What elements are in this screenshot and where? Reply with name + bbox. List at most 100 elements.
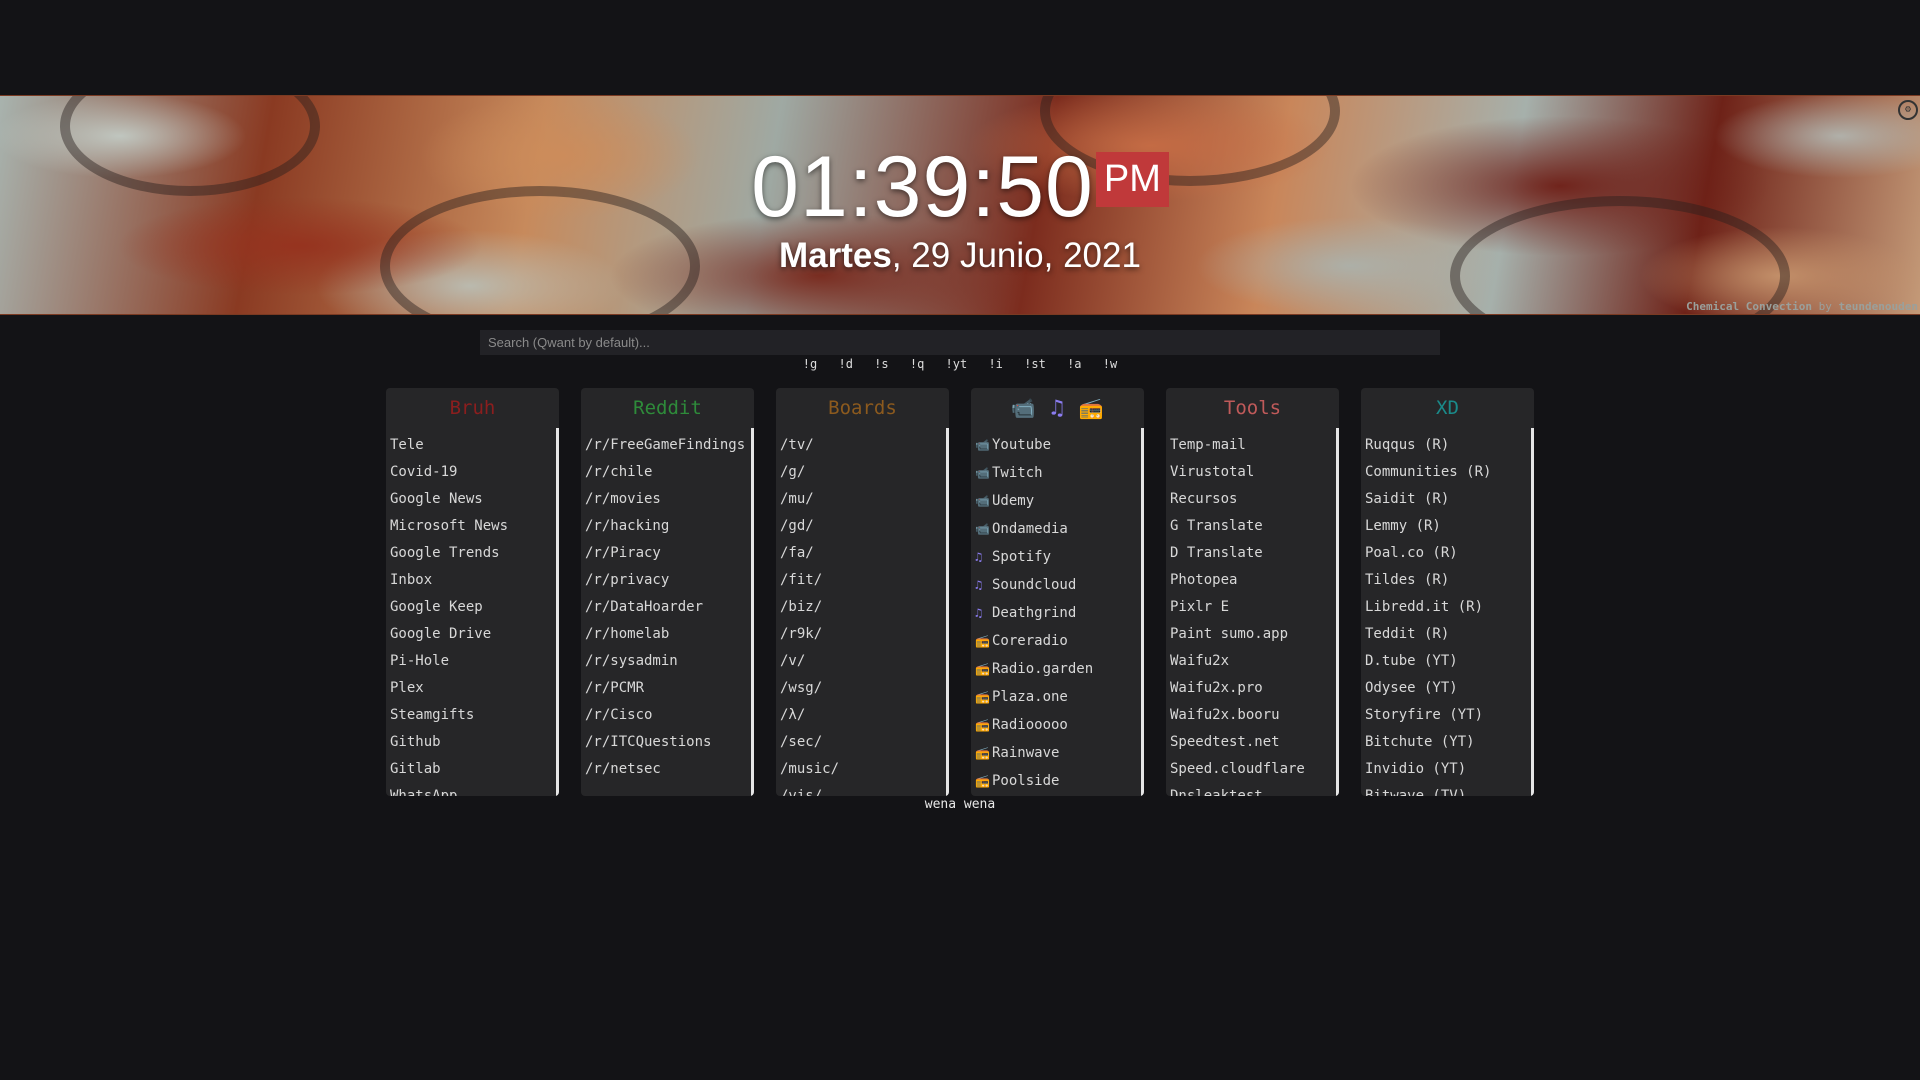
link-item[interactable]: 📹 Twitch [975,460,1137,488]
link-item[interactable]: Odysee (YT) [1365,675,1527,702]
link-item[interactable]: Google Keep [390,594,552,621]
bang-wikipedia[interactable]: !w [1103,357,1117,371]
link-item[interactable]: Teddit (R) [1365,621,1527,648]
link-item[interactable]: Storyfire (YT) [1365,702,1527,729]
link-item[interactable]: /r/Piracy [585,540,747,567]
link-item[interactable]: 📻 Coreradio [975,628,1137,656]
bang-google[interactable]: !g [803,357,817,371]
bang-amazon[interactable]: !a [1067,357,1081,371]
bang-startpage[interactable]: !s [874,357,888,371]
link-item[interactable]: /r/FreeGameFindings [585,432,747,459]
link-item[interactable]: /gd/ [780,513,942,540]
link-item[interactable]: /r/Cisco [585,702,747,729]
link-item[interactable]: 📹 Youtube [975,432,1137,460]
link-item[interactable]: D Translate [1170,540,1332,567]
link-item[interactable]: Paint sumo.app [1170,621,1332,648]
link-item[interactable]: Speed.cloudflare [1170,756,1332,783]
link-item[interactable]: Pi-Hole [390,648,552,675]
link-item[interactable]: Steamgifts [390,702,552,729]
link-item[interactable]: Poal.co (R) [1365,540,1527,567]
link-item[interactable]: /r/sysadmin [585,648,747,675]
link-item[interactable]: /wsg/ [780,675,942,702]
link-item[interactable]: Gitlab [390,756,552,783]
link-item[interactable]: G Translate [1170,513,1332,540]
link-item[interactable]: /r/PCMR [585,675,747,702]
link-item[interactable]: /r/ITCQuestions [585,729,747,756]
bang-qwant[interactable]: !q [910,357,924,371]
link-item[interactable]: 📻 Rainwave [975,740,1137,768]
credit-author: teundenouden [1838,300,1918,313]
link-item[interactable]: Waifu2x [1170,648,1332,675]
link-item[interactable]: 📻 Radiooooo [975,712,1137,740]
link-item[interactable]: ♫ Spotify [975,544,1137,572]
link-item[interactable]: Bitwave (TV) [1365,783,1527,796]
link-item[interactable]: Waifu2x.booru [1170,702,1332,729]
link-item[interactable]: Saidit (R) [1365,486,1527,513]
link-item[interactable]: /r/hacking [585,513,747,540]
bang-duckduckgo[interactable]: !d [838,357,852,371]
column-list: Ruqqus (R) Communities (R) Saidit (R) Le… [1361,428,1534,796]
link-item[interactable]: /music/ [780,756,942,783]
link-item[interactable]: Github [390,729,552,756]
link-item[interactable]: /r/movies [585,486,747,513]
link-item[interactable]: Invidio (YT) [1365,756,1527,783]
link-item[interactable]: Libredd.it (R) [1365,594,1527,621]
link-item[interactable]: /r/netsec [585,756,747,783]
link-item[interactable]: 📹 Ondamedia [975,516,1137,544]
search-input[interactable] [480,330,1440,355]
link-item[interactable]: Virustotal [1170,459,1332,486]
link-item[interactable]: Dnsleaktest [1170,783,1332,796]
link-item[interactable]: Photopea [1170,567,1332,594]
column-title-bruh: Bruh [449,397,496,419]
link-item[interactable]: Covid-19 [390,459,552,486]
link-item[interactable]: Inbox [390,567,552,594]
bang-st[interactable]: !st [1024,357,1046,371]
link-item[interactable]: Google News [390,486,552,513]
link-item[interactable]: /v/ [780,648,942,675]
radio-icon: 📻 [975,746,990,760]
link-item[interactable]: /vis/ [780,783,942,796]
link-item[interactable]: Lemmy (R) [1365,513,1527,540]
link-item[interactable]: D.tube (YT) [1365,648,1527,675]
credit-by: by [1812,300,1839,313]
link-item[interactable]: Google Drive [390,621,552,648]
link-item[interactable]: Tele [390,432,552,459]
link-item[interactable]: ♫ Deathgrind [975,600,1137,628]
link-item[interactable]: /biz/ [780,594,942,621]
link-item[interactable]: /r/homelab [585,621,747,648]
link-item[interactable]: WhatsApp [390,783,552,796]
link-item[interactable]: Tildes (R) [1365,567,1527,594]
link-item[interactable]: Pixlr E [1170,594,1332,621]
link-item[interactable]: ♫ Soundcloud [975,572,1137,600]
link-item[interactable]: /r9k/ [780,621,942,648]
link-item[interactable]: Plex [390,675,552,702]
link-item[interactable]: Temp-mail [1170,432,1332,459]
link-item[interactable]: 📻 Radio.garden [975,656,1137,684]
link-item[interactable]: /r/DataHoarder [585,594,747,621]
link-list: 📹 Youtube 📹 Twitch 📹 Udemy 📹 Ondamedia ♫ Spot… [975,432,1137,796]
link-item[interactable]: Communities (R) [1365,459,1527,486]
link-item[interactable]: /λ/ [780,702,942,729]
link-item[interactable]: /sec/ [780,729,942,756]
link-item[interactable]: 📹 Udemy [975,488,1137,516]
link-item[interactable]: /r/chile [585,459,747,486]
link-item[interactable]: Waifu2x.pro [1170,675,1332,702]
bang-youtube[interactable]: !yt [946,357,968,371]
link-item[interactable]: /g/ [780,459,942,486]
header-banner: 01:39:50 PM Martes, 29 Junio, 2021 ⚙ Chem… [0,95,1920,315]
link-item[interactable]: /tv/ [780,432,942,459]
link-item[interactable]: /mu/ [780,486,942,513]
settings-icon[interactable]: ⚙ [1898,100,1918,120]
link-item[interactable]: Microsoft News [390,513,552,540]
link-item[interactable]: Bitchute (YT) [1365,729,1527,756]
link-item[interactable]: /fa/ [780,540,942,567]
link-item[interactable]: Ruqqus (R) [1365,432,1527,459]
link-item[interactable]: 📻 Plaza.one [975,684,1137,712]
link-item[interactable]: /fit/ [780,567,942,594]
bang-images[interactable]: !i [988,357,1002,371]
link-item[interactable]: Speedtest.net [1170,729,1332,756]
link-item[interactable]: Google Trends [390,540,552,567]
link-item[interactable]: Recursos [1170,486,1332,513]
link-item[interactable]: /r/privacy [585,567,747,594]
link-item[interactable]: 📻 Poolside [975,768,1137,796]
